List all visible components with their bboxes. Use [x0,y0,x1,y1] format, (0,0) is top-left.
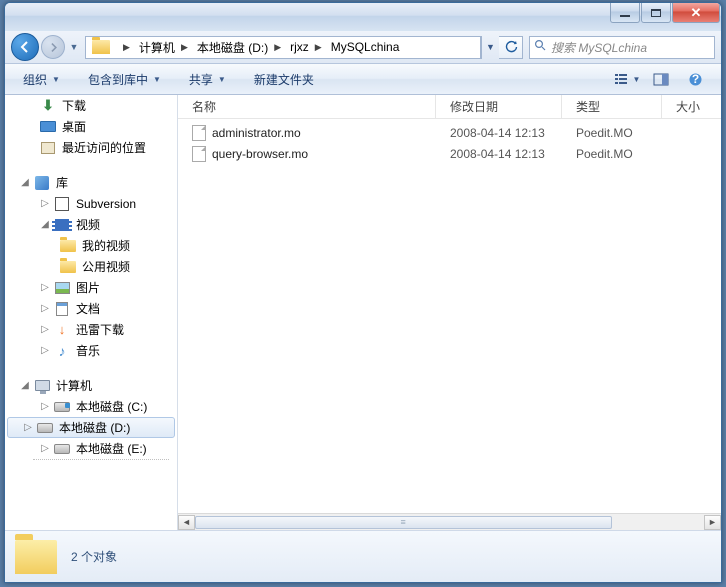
refresh-button[interactable] [499,36,523,59]
nav-drive-d[interactable]: ▷本地磁盘 (D:) [7,417,175,438]
help-button[interactable]: ? [679,68,711,90]
search-box[interactable]: 搜索 MySQLchina [529,36,715,59]
navigation-pane[interactable]: ⬇下载 桌面 最近访问的位置 ◢库 ▷Subversion ◢视频 我的视频 公… [5,95,178,530]
scroll-right-button[interactable]: ► [704,515,721,530]
address-dropdown[interactable]: ▼ [481,36,499,59]
search-placeholder: 搜索 MySQLchina [551,39,647,56]
nav-drive-e[interactable]: ▷本地磁盘 (E:) [5,438,177,459]
file-list[interactable]: administrator.mo 2008-04-14 12:13 Poedit… [178,119,721,513]
col-name[interactable]: 名称 [178,95,436,118]
close-button[interactable]: ✕ [672,3,720,23]
nav-drive-c[interactable]: ▷本地磁盘 (C:) [5,396,177,417]
breadcrumb-root[interactable]: ▶ [114,37,136,58]
nav-history-dropdown[interactable]: ▼ [67,35,81,59]
file-icon [192,146,206,162]
scroll-left-button[interactable]: ◄ [178,515,195,530]
column-headers: 名称 修改日期 类型 大小 [178,95,721,119]
nav-public-videos[interactable]: 公用视频 [5,256,177,277]
nav-downloads[interactable]: ⬇下载 [5,95,177,116]
new-folder-button[interactable]: 新建文件夹 [246,67,322,92]
address-bar: ▼ ▶ 计算机▶ 本地磁盘 (D:)▶ rjxz▶ MySQLchina ▼ 搜… [5,31,721,64]
nav-pictures[interactable]: ▷图片 [5,277,177,298]
horizontal-scrollbar[interactable]: ◄ ≡ ► [178,513,721,530]
status-text: 2 个对象 [71,548,117,565]
breadcrumb-drive-d[interactable]: 本地磁盘 (D:)▶ [194,37,287,58]
breadcrumb-bar[interactable]: ▶ 计算机▶ 本地磁盘 (D:)▶ rjxz▶ MySQLchina [85,36,481,59]
col-date[interactable]: 修改日期 [436,95,562,118]
col-size[interactable]: 大小 [662,95,721,118]
nav-music[interactable]: ▷♪音乐 [5,340,177,361]
breadcrumb-mysqlchina[interactable]: MySQLchina [328,37,406,58]
folder-icon [15,540,57,574]
nav-subversion[interactable]: ▷Subversion [5,193,177,214]
search-icon [534,39,547,55]
maximize-button[interactable] [641,3,671,23]
nav-documents[interactable]: ▷文档 [5,298,177,319]
title-bar[interactable]: ✕ [5,3,721,31]
nav-libraries[interactable]: ◢库 [5,172,177,193]
file-icon [192,125,206,141]
view-options-button[interactable]: ▼ [611,68,643,90]
preview-pane-button[interactable] [645,68,677,90]
file-row[interactable]: query-browser.mo 2008-04-14 12:13 Poedit… [178,143,721,164]
file-row[interactable]: administrator.mo 2008-04-14 12:13 Poedit… [178,122,721,143]
explorer-window: ✕ ▼ ▶ 计算机▶ 本地磁盘 (D:)▶ rjxz▶ MySQLchina ▼… [4,2,722,583]
breadcrumb-computer[interactable]: 计算机▶ [136,37,194,58]
forward-button[interactable] [41,35,65,59]
share-button[interactable]: 共享▼ [181,67,234,92]
nav-computer[interactable]: ◢计算机 [5,375,177,396]
nav-desktop[interactable]: 桌面 [5,116,177,137]
nav-xunlei[interactable]: ▷↓迅雷下载 [5,319,177,340]
nav-recent[interactable]: 最近访问的位置 [5,137,177,158]
back-button[interactable] [11,33,39,61]
scroll-thumb[interactable]: ≡ [195,516,612,529]
minimize-button[interactable] [610,3,640,23]
include-in-library-button[interactable]: 包含到库中▼ [80,67,169,92]
body-area: ⬇下载 桌面 最近访问的位置 ◢库 ▷Subversion ◢视频 我的视频 公… [5,95,721,530]
organize-button[interactable]: 组织▼ [15,67,68,92]
svg-text:?: ? [691,72,698,86]
nav-my-videos[interactable]: 我的视频 [5,235,177,256]
content-pane: 名称 修改日期 类型 大小 administrator.mo 2008-04-1… [178,95,721,530]
command-bar: 组织▼ 包含到库中▼ 共享▼ 新建文件夹 ▼ ? [5,64,721,95]
col-type[interactable]: 类型 [562,95,662,118]
folder-icon [92,40,110,54]
breadcrumb-rjxz[interactable]: rjxz▶ [287,37,328,58]
details-pane: 2 个对象 [5,530,721,582]
nav-videos[interactable]: ◢视频 [5,214,177,235]
scroll-track[interactable]: ≡ [195,515,704,530]
